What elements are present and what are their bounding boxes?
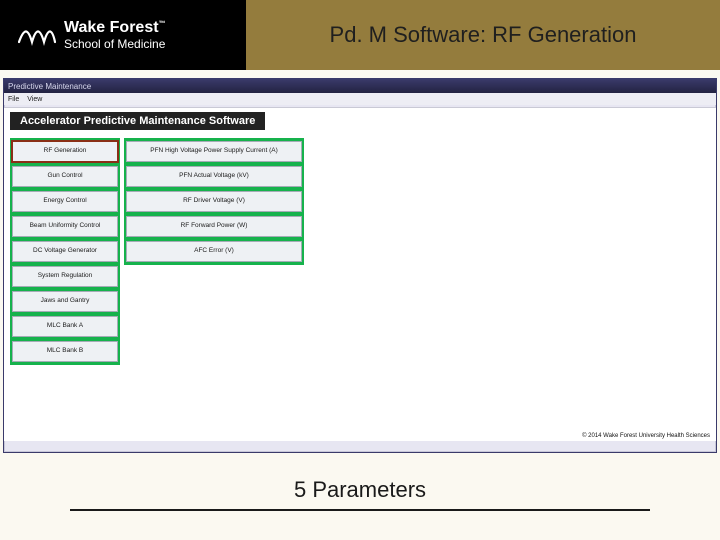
tab-jaws-and-gantry[interactable]: Jaws and Gantry	[12, 291, 118, 312]
slide-title: Pd. M Software: RF Generation	[246, 0, 720, 70]
tab-mlc-bank-a[interactable]: MLC Bank A	[12, 316, 118, 337]
window-title: Predictive Maintenance	[8, 82, 91, 91]
brand-text: Wake Forest™ School of Medicine	[64, 20, 166, 50]
tab-mlc-bank-b[interactable]: MLC Bank B	[12, 341, 118, 362]
tab-dc-voltage-generator[interactable]: DC Voltage Generator	[12, 241, 118, 262]
param-pfn-hv-current[interactable]: PFN High Voltage Power Supply Current (A…	[126, 141, 302, 162]
copyright-text: © 2014 Wake Forest University Health Sci…	[582, 433, 710, 439]
app-window: Predictive Maintenance File View Acceler…	[3, 78, 717, 453]
brand-line2: School of Medicine	[64, 38, 166, 51]
param-pfn-actual-voltage[interactable]: PFN Actual Voltage (kV)	[126, 166, 302, 187]
brand-tm: ™	[159, 20, 166, 27]
menu-view[interactable]: View	[27, 96, 42, 103]
parameter-list: PFN High Voltage Power Supply Current (A…	[124, 138, 304, 265]
footer-caption: 5 Parameters	[0, 477, 720, 503]
brand-logo-icon	[18, 22, 56, 48]
slide-header: Wake Forest™ School of Medicine Pd. M So…	[0, 0, 720, 70]
param-rf-forward-power[interactable]: RF Forward Power (W)	[126, 216, 302, 237]
app-canvas: Accelerator Predictive Maintenance Softw…	[4, 107, 716, 441]
param-rf-driver-voltage[interactable]: RF Driver Voltage (V)	[126, 191, 302, 212]
window-titlebar: Predictive Maintenance	[4, 79, 716, 93]
param-afc-error[interactable]: AFC Error (V)	[126, 241, 302, 262]
footer-rule	[70, 509, 650, 511]
tab-beam-uniformity[interactable]: Beam Uniformity Control	[12, 216, 118, 237]
brand-line1: Wake Forest	[64, 19, 159, 36]
tab-gun-control[interactable]: Gun Control	[12, 166, 118, 187]
app-heading: Accelerator Predictive Maintenance Softw…	[10, 112, 265, 130]
category-tabs: RF Generation Gun Control Energy Control…	[10, 138, 120, 365]
window-menubar: File View	[4, 93, 716, 105]
tab-rf-generation[interactable]: RF Generation	[12, 141, 118, 162]
tab-system-regulation[interactable]: System Regulation	[12, 266, 118, 287]
brand-block: Wake Forest™ School of Medicine	[0, 0, 246, 70]
menu-file[interactable]: File	[8, 96, 19, 103]
tab-energy-control[interactable]: Energy Control	[12, 191, 118, 212]
